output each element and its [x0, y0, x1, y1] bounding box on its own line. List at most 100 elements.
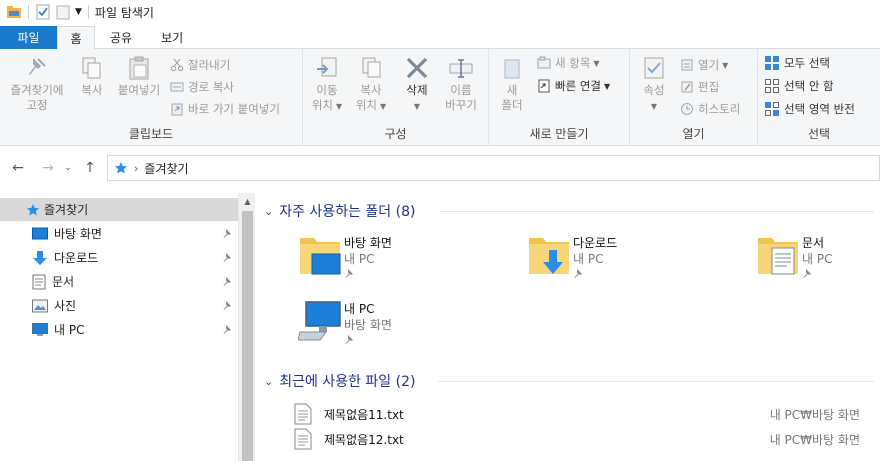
pin-icon[interactable] [344, 268, 354, 278]
pin-label-line2: 고정 [26, 98, 48, 112]
scroll-thumb[interactable] [242, 211, 253, 461]
collapse-chevron-icon[interactable]: ⌄ [264, 205, 273, 218]
pin-icon[interactable] [222, 228, 232, 238]
title-separator [87, 5, 89, 19]
paste-button[interactable]: 붙여넣기 [114, 55, 164, 98]
tab-file[interactable]: 파일 [0, 26, 57, 49]
section-divider [438, 381, 874, 382]
select-group-label: 선택 [807, 127, 831, 141]
cut-button[interactable]: 잘라내기 [170, 55, 230, 75]
nav-item-quick-access[interactable]: 즐겨찾기 [0, 198, 238, 221]
select-all-button[interactable]: 모두 선택 [764, 53, 830, 73]
recent-files-header[interactable]: ⌄ 최근에 사용한 파일 (2) [264, 371, 415, 391]
pin-icon[interactable] [222, 276, 232, 286]
move-to-label-line1: 이동 [316, 83, 338, 97]
nav-item-this-pc[interactable]: 내 PC [0, 318, 238, 341]
copy-button[interactable]: 복사 [74, 55, 110, 98]
easy-access-button[interactable]: 빠른 연결 ▼ [537, 76, 610, 96]
pin-icon[interactable] [222, 300, 232, 310]
folder-tile-this-pc[interactable]: 내 PC 바탕 화면 [298, 298, 498, 358]
pin-icon [29, 58, 46, 75]
edit-button[interactable]: 편집 [680, 77, 719, 97]
nav-pane-scrollbar[interactable]: ▲ [238, 193, 255, 461]
desktop-folder-icon [300, 238, 341, 275]
collapse-chevron-icon[interactable]: ⌄ [264, 375, 273, 388]
cut-label: 잘라내기 [188, 58, 231, 72]
select-none-button[interactable]: 선택 안 함 [764, 76, 834, 96]
breadcrumb-quick-access[interactable]: 즐겨찾기 [144, 160, 188, 177]
section-divider [440, 211, 874, 212]
nav-item-desktop[interactable]: 바탕 화면 [0, 222, 238, 245]
new-folder-button[interactable]: 새 폴더 [495, 55, 529, 113]
folder-app-icon[interactable] [6, 4, 22, 20]
paste-shortcut-button[interactable]: 바로 가기 붙여넣기 [170, 99, 280, 119]
pin-icon[interactable] [344, 334, 354, 344]
copy-path-button[interactable]: 경로 복사 [170, 77, 234, 97]
rename-icon [449, 59, 473, 78]
tab-view[interactable]: 보기 [147, 26, 197, 49]
move-to-button[interactable]: 이동 위치 ▼ [309, 55, 345, 114]
quick-access-star-icon [115, 162, 127, 174]
new-item-button[interactable]: 새 항목 ▼ [537, 53, 600, 73]
scissors-icon [170, 58, 184, 72]
nav-item-pictures[interactable]: 사진 [0, 294, 238, 317]
pin-label-line1: 즐겨찾기에 [10, 83, 64, 97]
move-to-dropdown-icon: ▼ [336, 102, 343, 111]
pin-icon[interactable] [222, 324, 232, 334]
delete-button[interactable]: 삭제 ▼ [399, 55, 435, 114]
nav-item-label: 다운로드 [54, 251, 99, 265]
address-bar[interactable]: › 즐겨찾기 [107, 155, 880, 181]
pin-icon[interactable] [573, 268, 583, 278]
folder-tile-desktop[interactable]: 바탕 화면 내 PC [298, 232, 498, 292]
ribbon-tabs: 파일 홈 공유 보기 [0, 26, 880, 50]
folder-location: 바탕 화면 [344, 318, 392, 332]
rename-label-line1: 이름 [450, 83, 472, 97]
nav-item-downloads[interactable]: 다운로드 [0, 246, 238, 269]
copy-to-icon [362, 57, 381, 78]
recent-file-row[interactable]: 제목없음12.txt 내 PC₩바탕 화면 [294, 427, 880, 451]
copy-icon [82, 57, 101, 79]
copy-to-label-line1: 복사 [360, 83, 382, 97]
easy-access-label: 빠른 연결 [555, 79, 601, 93]
recent-file-row[interactable]: 제목없음11.txt 내 PC₩바탕 화면 [294, 402, 880, 426]
new-folder-quick-icon[interactable] [55, 4, 71, 20]
new-group: 새 폴더 새 항목 ▼ 빠른 연결 ▼ 새로 만들기 [489, 49, 630, 146]
history-button[interactable]: 히스토리 [680, 99, 740, 119]
recent-locations-dropdown-icon[interactable]: ⌄ [62, 163, 74, 173]
forward-arrow-icon[interactable]: → [38, 160, 58, 176]
pin-icon[interactable] [802, 268, 812, 278]
open-button[interactable]: 열기 ▼ [680, 55, 728, 75]
nav-item-documents[interactable]: 문서 [0, 270, 238, 293]
properties-check-icon [644, 57, 664, 79]
tab-home[interactable]: 홈 [57, 26, 95, 50]
history-label: 히스토리 [698, 102, 741, 116]
breadcrumb-chevron-icon[interactable]: › [134, 162, 138, 175]
tab-share[interactable]: 공유 [95, 26, 147, 49]
pin-quick-access-button[interactable]: 즐겨찾기에 고정 [6, 55, 68, 113]
folder-tile-downloads[interactable]: 다운로드 내 PC [527, 232, 727, 292]
picture-icon [32, 299, 48, 312]
pin-icon[interactable] [222, 252, 232, 262]
scroll-up-arrow-icon[interactable]: ▲ [239, 193, 256, 210]
up-arrow-icon[interactable]: ↑ [80, 160, 100, 176]
navigation-pane: 즐겨찾기 바탕 화면 다운로드 문서 사진 내 PC [0, 193, 238, 461]
properties-button[interactable]: 속성 ▼ [636, 55, 672, 114]
rename-button[interactable]: 이름 바꾸기 [441, 55, 481, 113]
copy-to-button[interactable]: 복사 위치 ▼ [351, 55, 391, 114]
invert-selection-button[interactable]: 선택 영역 반전 [764, 99, 855, 119]
folder-tile-documents[interactable]: 문서 내 PC [756, 232, 880, 292]
text-file-icon [294, 428, 312, 450]
back-arrow-icon[interactable]: ← [8, 160, 28, 176]
history-icon [681, 103, 693, 115]
text-file-icon [294, 403, 312, 425]
new-item-dropdown-icon: ▼ [593, 58, 600, 68]
quick-access-separator [28, 5, 29, 19]
computer-icon [298, 301, 341, 341]
frequent-folders-header[interactable]: ⌄ 자주 사용하는 폴더 (8) [264, 201, 415, 221]
quick-access-dropdown-icon[interactable]: ▼ [75, 7, 82, 17]
properties-quick-icon[interactable] [35, 4, 51, 20]
invert-selection-icon [765, 102, 779, 116]
new-item-label: 새 항목 [555, 56, 591, 70]
copy-to-label-line2: 위치 [355, 98, 377, 112]
folder-name: 바탕 화면 [344, 236, 392, 250]
